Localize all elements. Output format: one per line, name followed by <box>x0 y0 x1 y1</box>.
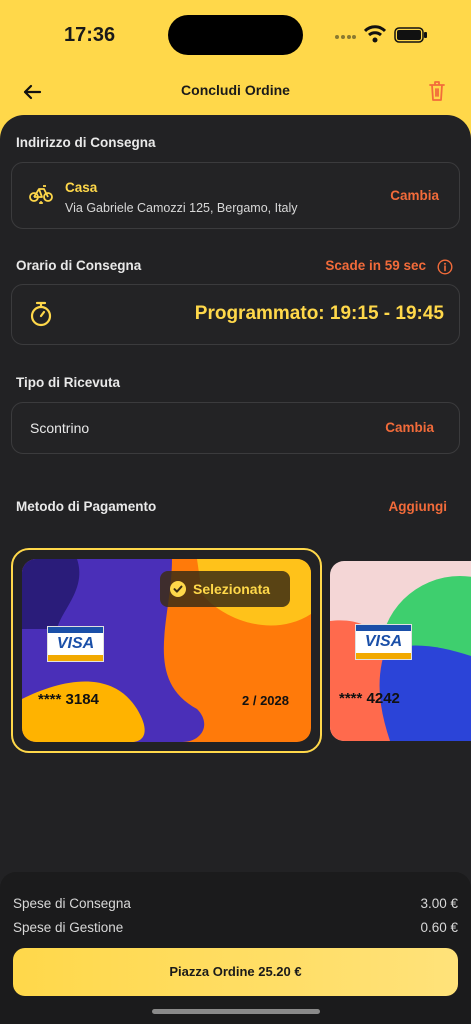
delivery-fee-value: 3.00 € <box>420 896 458 911</box>
order-summary: Spese di Consegna 3.00 € Spese di Gestio… <box>0 872 471 1024</box>
add-payment-link[interactable]: Aggiungi <box>389 499 447 514</box>
card-1-number: **** 3184 <box>38 691 99 708</box>
delivery-address-title: Indirizzo di Consegna <box>16 135 156 150</box>
selected-card-outline[interactable]: VISA **** 3184 2 / 2028 Selezionata <box>11 548 322 753</box>
cellular-signal-icon <box>335 35 356 39</box>
selected-label: Selezionata <box>193 581 271 597</box>
address-name: Casa <box>65 180 98 195</box>
delivery-time-title: Orario di Consegna <box>16 258 142 273</box>
wifi-icon <box>364 25 386 43</box>
receipt-type-title: Tipo di Ricevuta <box>16 375 121 390</box>
service-fee-value: 0.60 € <box>420 920 458 935</box>
place-order-button[interactable]: Piazza Ordine 25.20 € <box>13 948 458 996</box>
receipt-type-value: Scontrino <box>30 420 90 436</box>
card-2-number: **** 4242 <box>339 690 400 707</box>
selected-badge: Selezionata <box>160 571 290 607</box>
visa-logo: VISA <box>47 626 104 662</box>
status-time: 17:36 <box>64 24 116 46</box>
delivery-fee-label: Spese di Consegna <box>13 896 131 911</box>
check-circle-icon <box>170 581 186 597</box>
summary-row-service: Spese di Gestione 0.60 € <box>13 920 458 935</box>
expiry-countdown: Scade in 59 sec <box>325 258 426 273</box>
header: Concludi Ordine <box>0 70 471 115</box>
address-line: Via Gabriele Camozzi 125, Bergamo, Italy <box>65 201 298 215</box>
visa-logo-2: VISA <box>355 624 412 660</box>
payment-card-1[interactable]: VISA **** 3184 2 / 2028 Selezionata <box>22 559 311 742</box>
trash-icon[interactable] <box>426 79 448 103</box>
payment-method-title: Metodo di Pagamento <box>16 499 157 514</box>
service-fee-label: Spese di Gestione <box>13 920 124 935</box>
bike-icon <box>29 185 53 204</box>
card-1-expiry: 2 / 2028 <box>242 693 289 708</box>
summary-row-delivery: Spese di Consegna 3.00 € <box>13 896 458 911</box>
scheduled-time: Programmato: 19:15 - 19:45 <box>194 303 444 324</box>
dynamic-island <box>168 15 303 55</box>
info-icon[interactable] <box>437 259 453 275</box>
status-bar: 17:36 <box>0 0 471 70</box>
page-title: Concludi Ordine <box>181 82 290 98</box>
receipt-type-card: Scontrino Cambia <box>11 402 460 454</box>
battery-icon <box>394 27 427 43</box>
delivery-address-card: Casa Via Gabriele Camozzi 125, Bergamo, … <box>11 162 460 229</box>
timer-icon <box>30 301 52 327</box>
payment-card-2[interactable]: VISA **** 4242 <box>330 561 471 741</box>
change-receipt-link[interactable]: Cambia <box>385 420 434 435</box>
home-indicator <box>152 1009 320 1014</box>
change-address-link[interactable]: Cambia <box>390 188 439 203</box>
delivery-time-card[interactable]: Programmato: 19:15 - 19:45 <box>11 284 460 345</box>
